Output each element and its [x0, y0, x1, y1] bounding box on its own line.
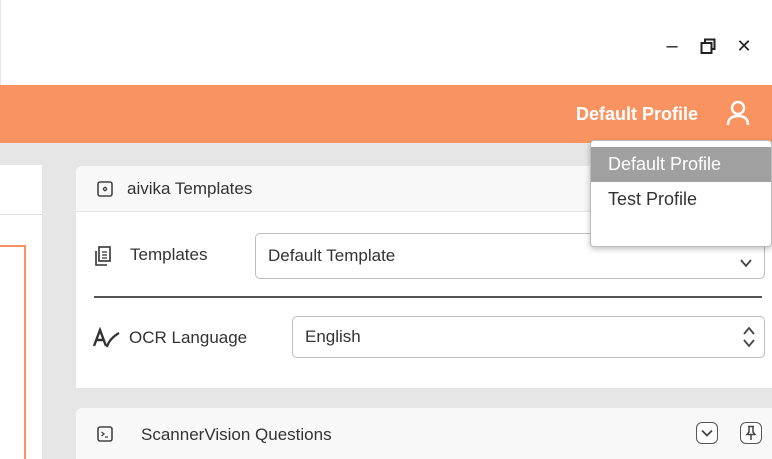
chevron-down-icon	[740, 259, 752, 268]
updown-chevron-icon	[743, 326, 755, 348]
template-select-value: Default Template	[268, 246, 396, 265]
questions-panel-title: ScannerVision Questions	[141, 425, 332, 444]
ocr-language-label: OCR Language	[129, 328, 248, 347]
profile-option-default[interactable]: Default Profile	[591, 147, 771, 182]
window-controls: – ✕	[654, 32, 762, 60]
pin-button[interactable]	[740, 422, 762, 444]
template-panel-icon	[97, 181, 113, 197]
ocr-language-select[interactable]: English	[292, 316, 765, 358]
app-header: Default Profile	[0, 85, 772, 143]
pin-icon	[745, 425, 757, 440]
templates-panel-title: aivika Templates	[127, 179, 253, 198]
ocr-icon	[93, 327, 120, 348]
profile-name[interactable]: Default Profile	[576, 104, 698, 125]
window-titlebar: – ✕	[0, 0, 772, 85]
collapse-button[interactable]	[696, 422, 718, 444]
chevron-down-icon	[701, 429, 713, 437]
profile-dropdown: Default Profile Test Profile	[590, 140, 772, 247]
left-pane-divider	[0, 214, 42, 215]
terminal-icon	[97, 426, 113, 442]
profile-option-label: Test Profile	[608, 189, 698, 209]
restore-icon	[700, 38, 716, 54]
templates-label: Templates	[130, 245, 208, 264]
left-pane-highlight	[0, 245, 26, 459]
user-icon[interactable]	[726, 100, 750, 126]
minimize-button[interactable]: –	[654, 32, 690, 60]
restore-button[interactable]	[690, 32, 726, 60]
templates-icon	[95, 246, 111, 266]
profile-option-test[interactable]: Test Profile	[591, 182, 771, 217]
profile-option-label: Default Profile	[608, 154, 722, 174]
ocr-language-value: English	[305, 327, 361, 346]
close-button[interactable]: ✕	[726, 32, 762, 60]
section-divider	[94, 296, 762, 298]
